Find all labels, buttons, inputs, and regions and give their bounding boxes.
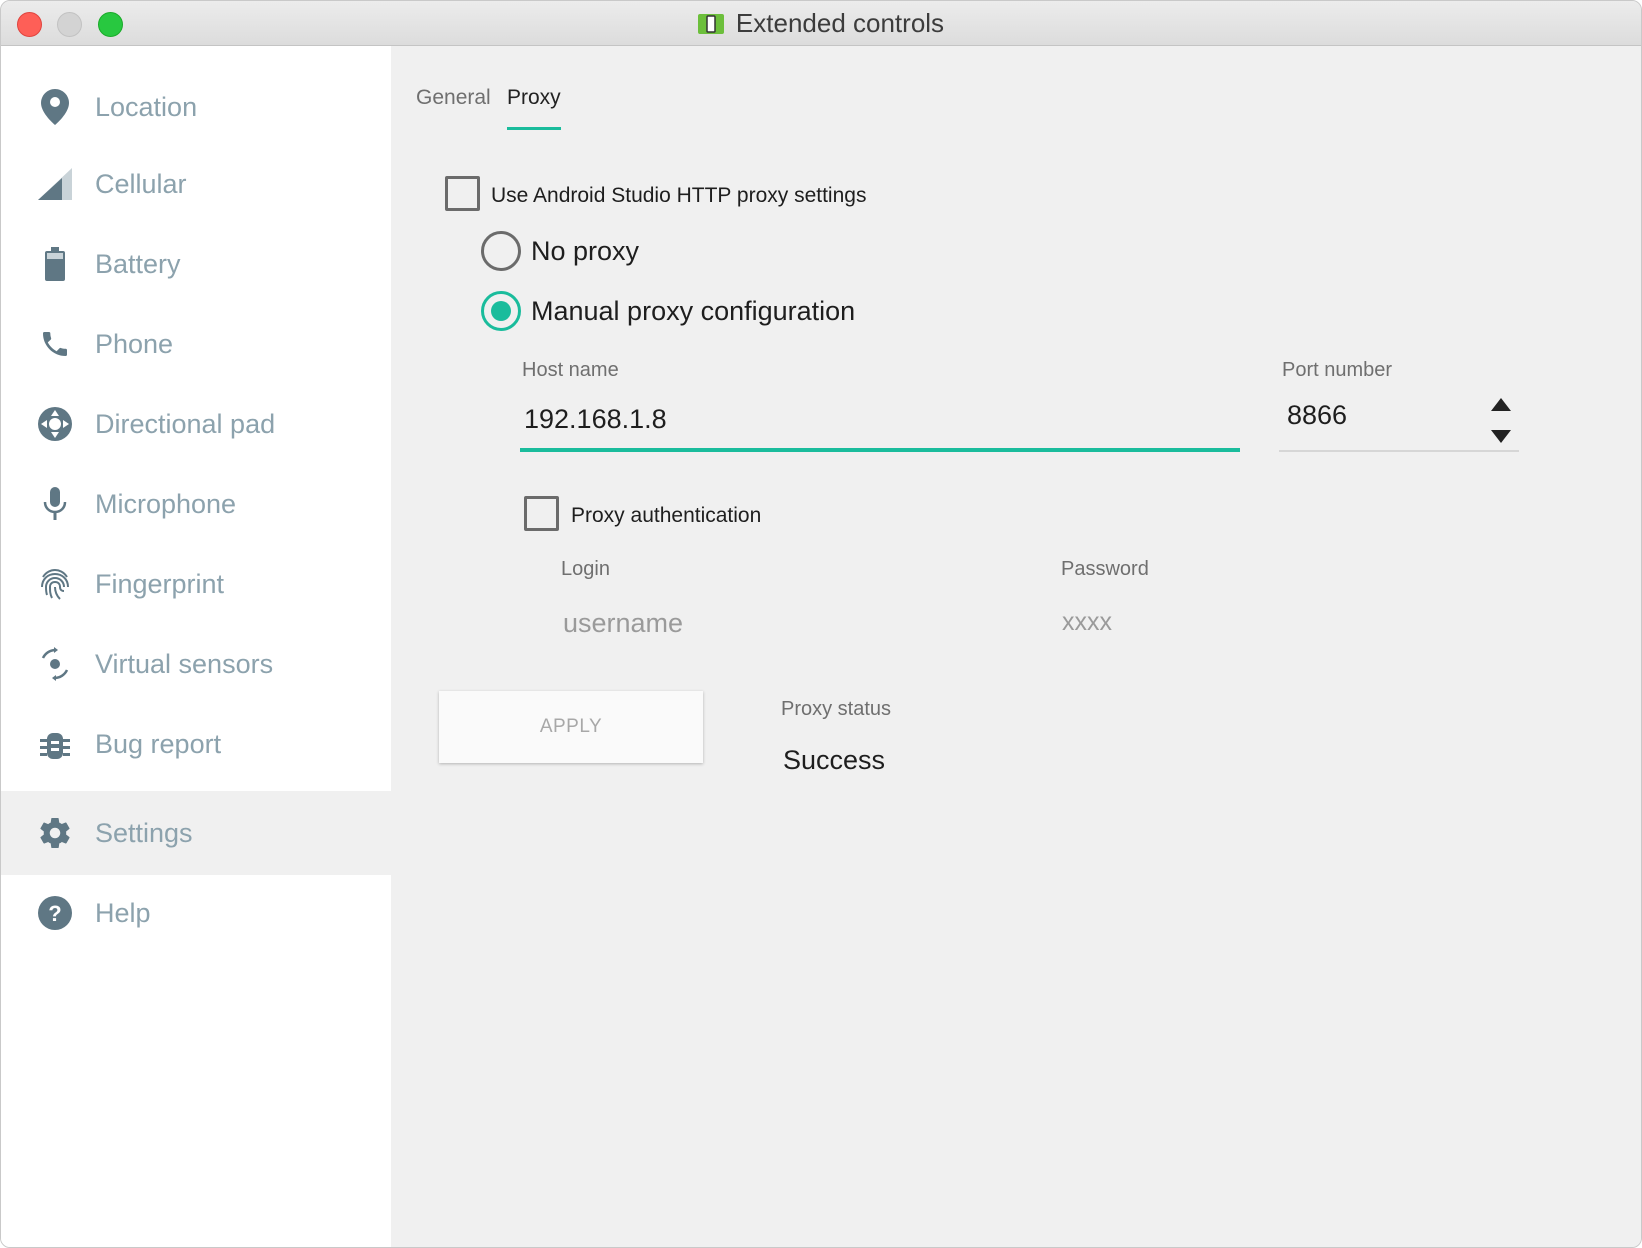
proxy-auth-checkbox[interactable] <box>524 496 559 531</box>
proxy-status-value: Success <box>783 745 886 775</box>
sidebar-item-label: Microphone <box>95 488 237 519</box>
host-name-underline <box>520 448 1240 452</box>
port-decrement-arrow-icon[interactable] <box>1491 430 1511 443</box>
port-number-label: Port number <box>1282 359 1393 381</box>
phone-icon <box>35 324 75 364</box>
host-name-label: Host name <box>522 359 619 381</box>
sidebar: Location Cellular Battery Phone Directio… <box>1 46 391 1247</box>
sidebar-item-location[interactable]: Location <box>1 65 391 149</box>
password-label: Password <box>1061 558 1149 580</box>
sidebar-item-help[interactable]: ? Help <box>1 871 391 955</box>
fingerprint-icon <box>35 564 75 604</box>
sidebar-item-label: Settings <box>95 817 193 848</box>
login-label: Login <box>561 558 610 580</box>
sidebar-item-directional-pad[interactable]: Directional pad <box>1 382 391 466</box>
window-title: Extended controls <box>735 8 945 38</box>
sidebar-item-label: Cellular <box>95 168 187 199</box>
sidebar-item-label: Help <box>95 897 151 928</box>
sidebar-item-microphone[interactable]: Microphone <box>1 462 391 546</box>
tab-general[interactable]: General <box>416 86 491 110</box>
sidebar-item-virtual-sensors[interactable]: Virtual sensors <box>1 622 391 706</box>
no-proxy-label: No proxy <box>531 236 640 266</box>
sidebar-item-battery[interactable]: Battery <box>1 222 391 306</box>
no-proxy-radio[interactable] <box>481 231 521 271</box>
sidebar-item-label: Virtual sensors <box>95 648 274 679</box>
title-bar: Extended controls <box>1 1 1641 46</box>
apply-button[interactable]: APPLY <box>439 691 703 763</box>
port-increment-arrow-icon[interactable] <box>1491 398 1511 411</box>
extended-controls-window: Extended controls Location Cellular Batt… <box>0 0 1642 1248</box>
sidebar-item-label: Location <box>95 91 198 122</box>
sidebar-item-phone[interactable]: Phone <box>1 302 391 386</box>
help-icon: ? <box>35 893 75 933</box>
sidebar-item-fingerprint[interactable]: Fingerprint <box>1 542 391 626</box>
manual-proxy-label: Manual proxy configuration <box>531 296 856 326</box>
svg-text:?: ? <box>48 901 61 926</box>
bug-icon <box>35 724 75 764</box>
gear-icon <box>35 813 75 853</box>
settings-panel: General Proxy Use Android Studio HTTP pr… <box>391 46 1641 1247</box>
login-input[interactable]: username <box>563 608 683 639</box>
proxy-auth-label: Proxy authentication <box>571 504 762 527</box>
emulator-app-icon <box>697 12 724 36</box>
active-tab-indicator <box>507 127 561 130</box>
manual-proxy-radio[interactable] <box>481 291 521 331</box>
sidebar-item-label: Phone <box>95 328 174 359</box>
proxy-status-label: Proxy status <box>781 698 892 720</box>
port-number-underline <box>1279 450 1519 452</box>
cellular-signal-icon <box>35 164 75 204</box>
sidebar-item-label: Directional pad <box>95 408 276 439</box>
sidebar-item-label: Fingerprint <box>95 568 225 599</box>
sidebar-item-cellular[interactable]: Cellular <box>1 142 391 226</box>
rotation-icon <box>35 644 75 684</box>
location-pin-icon <box>35 87 75 127</box>
use-studio-proxy-checkbox[interactable] <box>445 176 480 211</box>
sidebar-item-bug-report[interactable]: Bug report <box>1 702 391 786</box>
title-wrap: Extended controls <box>1 1 1641 46</box>
microphone-icon <box>35 484 75 524</box>
battery-icon <box>35 244 75 284</box>
sidebar-item-settings[interactable]: Settings <box>1 791 391 875</box>
sidebar-item-label: Battery <box>95 248 181 279</box>
dpad-icon <box>35 404 75 444</box>
tab-proxy[interactable]: Proxy <box>507 86 561 110</box>
sidebar-item-label: Bug report <box>95 728 222 759</box>
port-number-input[interactable]: 8866 <box>1287 400 1347 431</box>
host-name-input[interactable]: 192.168.1.8 <box>524 404 667 435</box>
use-studio-proxy-label: Use Android Studio HTTP proxy settings <box>491 184 867 207</box>
password-input[interactable]: xxxx <box>1062 608 1112 637</box>
